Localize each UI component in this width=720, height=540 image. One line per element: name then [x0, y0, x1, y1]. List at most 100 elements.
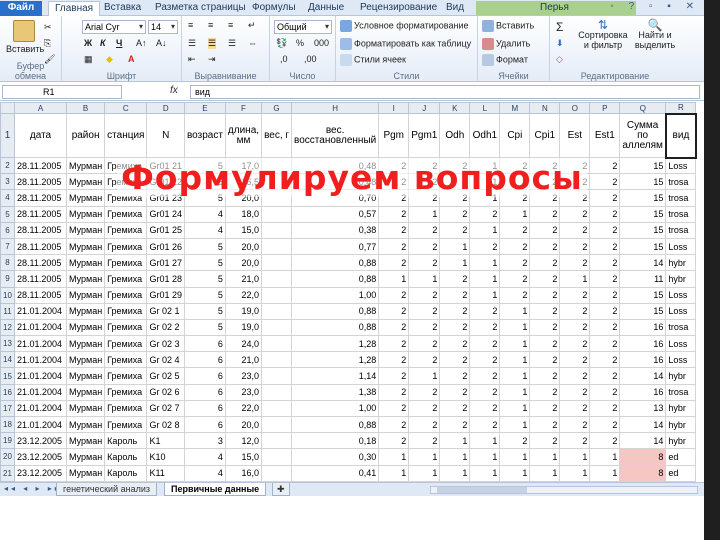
table-cell[interactable]: Мурман	[65, 367, 106, 385]
table-cell[interactable]: 6	[183, 367, 226, 385]
table-cell[interactable]: 3	[183, 432, 226, 450]
table-cell[interactable]: 19,0	[224, 318, 263, 337]
table-cell[interactable]: 2	[589, 432, 621, 450]
table-cell[interactable]: Gr01 24	[146, 205, 185, 223]
row-header[interactable]: 12	[0, 318, 15, 337]
table-cell[interactable]: Мурман	[65, 415, 106, 434]
table-cell[interactable]: 28.11.2005	[14, 237, 67, 256]
horizontal-scrollbar[interactable]	[430, 486, 698, 494]
table-cell[interactable]: 1,14	[291, 367, 380, 385]
table-cell[interactable]: 22,0	[224, 286, 263, 304]
table-cell[interactable]: 15,0	[224, 448, 263, 466]
table-cell[interactable]: Гремиха	[104, 351, 148, 369]
percent-icon[interactable]: %	[296, 38, 304, 48]
tab-pens[interactable]: Перья	[540, 1, 569, 16]
table-cell[interactable]: 2	[559, 367, 591, 385]
table-cell[interactable]: 1	[469, 286, 501, 304]
table-cell[interactable]: 1	[408, 448, 441, 466]
table-cell[interactable]: 16	[619, 383, 667, 401]
tab-review[interactable]: Рецензирование	[360, 1, 437, 16]
table-cell[interactable]: Gr 02 6	[146, 383, 185, 401]
format-as-table-button[interactable]: Форматировать как таблицу	[340, 38, 471, 50]
table-cell[interactable]: hybr	[665, 415, 697, 434]
column-header[interactable]: R	[665, 102, 697, 114]
header-cell[interactable]: Cpi	[499, 113, 531, 158]
table-cell[interactable]: 1	[499, 205, 531, 223]
delete-cells-button[interactable]: Удалить	[482, 38, 530, 50]
table-cell[interactable]: 2	[378, 318, 410, 337]
grow-font-icon[interactable]: A↑	[136, 38, 147, 48]
table-cell[interactable]: 24,0	[224, 335, 263, 353]
table-cell[interactable]: 2	[439, 302, 471, 320]
table-cell[interactable]: 1	[559, 448, 591, 466]
table-cell[interactable]: 16	[619, 318, 667, 337]
header-cell[interactable]: вид	[664, 112, 697, 159]
table-cell[interactable]: 2	[408, 415, 441, 434]
table-cell[interactable]: 15,0	[224, 221, 263, 239]
table-cell[interactable]: Loss	[665, 302, 697, 320]
column-header[interactable]: L	[469, 102, 501, 114]
table-cell[interactable]: Loss	[665, 351, 697, 369]
table-cell[interactable]: ed	[665, 464, 697, 482]
table-cell[interactable]: 2	[408, 335, 441, 353]
column-header[interactable]: Q	[619, 102, 667, 114]
table-cell[interactable]: trosa	[665, 205, 697, 223]
table-cell[interactable]: Gr 02 1	[146, 302, 185, 320]
table-cell[interactable]: Гремиха	[104, 399, 148, 418]
table-cell[interactable]: 2	[589, 415, 621, 434]
table-cell[interactable]	[261, 302, 293, 320]
table-cell[interactable]: 2	[378, 367, 410, 385]
table-cell[interactable]: 2	[589, 221, 621, 239]
table-cell[interactable]: Мурман	[65, 286, 106, 304]
table-cell[interactable]: K11	[146, 464, 185, 482]
window-controls[interactable]: ◦ ? ▫ ▪ ✕	[610, 1, 700, 12]
table-cell[interactable]: 1	[469, 448, 501, 466]
table-cell[interactable]: Кароль	[104, 464, 148, 482]
header-cell[interactable]: Est1	[589, 113, 621, 158]
table-cell[interactable]: 1	[378, 270, 410, 288]
table-cell[interactable]: 2	[408, 351, 441, 369]
column-header[interactable]: I	[378, 102, 410, 114]
table-cell[interactable]: 2	[559, 254, 591, 272]
new-sheet-icon[interactable]: ✚	[272, 483, 290, 496]
table-cell[interactable]: ed	[665, 448, 697, 466]
table-cell[interactable]: 2	[378, 237, 410, 256]
table-cell[interactable]: 1	[408, 205, 441, 223]
row-header[interactable]: 18	[0, 415, 15, 434]
column-header[interactable]: P	[589, 102, 621, 114]
table-cell[interactable]: 6	[183, 415, 226, 434]
table-cell[interactable]: 21,0	[224, 351, 263, 369]
table-cell[interactable]: 2	[589, 335, 621, 353]
table-cell[interactable]: 2	[589, 351, 621, 369]
table-cell[interactable]: Кароль	[104, 448, 148, 466]
decrease-decimal-icon[interactable]: ,00	[304, 54, 317, 64]
table-cell[interactable]: Мурман	[65, 448, 106, 466]
column-header[interactable]: B	[65, 102, 106, 114]
table-cell[interactable]: 2	[408, 237, 441, 256]
table-cell[interactable]: 21.01.2004	[14, 415, 67, 434]
header-cell[interactable]: Est	[559, 113, 591, 158]
table-cell[interactable]: 1	[439, 448, 471, 466]
table-cell[interactable]: 23,0	[224, 367, 263, 385]
row-header[interactable]: 11	[0, 302, 15, 320]
table-cell[interactable]: 21.01.2004	[14, 318, 67, 337]
table-cell[interactable]: 2	[529, 205, 561, 223]
table-cell[interactable]: 28.11.2005	[14, 221, 67, 239]
table-cell[interactable]	[261, 399, 293, 418]
table-cell[interactable]	[261, 286, 293, 304]
table-cell[interactable]: 2	[529, 351, 561, 369]
table-cell[interactable]: 1,28	[291, 351, 380, 369]
table-cell[interactable]: 2	[559, 221, 591, 239]
table-cell[interactable]: 20,0	[224, 254, 263, 272]
tab-data[interactable]: Данные	[308, 1, 344, 16]
header-cell[interactable]: станция	[104, 113, 148, 158]
table-cell[interactable]: Gr 02 8	[146, 415, 185, 434]
insert-cells-button[interactable]: Вставить	[482, 20, 534, 32]
tab-page-layout[interactable]: Разметка страницы	[155, 1, 246, 16]
table-cell[interactable]: 23.12.2005	[14, 432, 67, 450]
row-header[interactable]: 13	[0, 335, 15, 353]
row-header[interactable]: 8	[0, 254, 15, 272]
table-cell[interactable]: 1	[378, 464, 410, 482]
table-cell[interactable]: 2	[589, 367, 621, 385]
table-cell[interactable]: 2	[439, 205, 471, 223]
